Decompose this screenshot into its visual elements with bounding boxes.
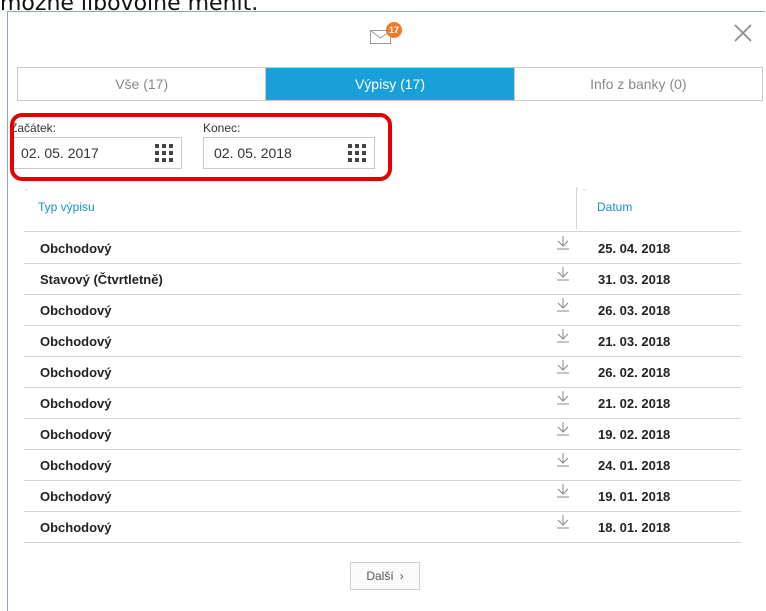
download-icon[interactable] [556, 482, 570, 500]
download-icon[interactable] [556, 420, 570, 438]
tab-statements[interactable]: Výpisy (17) [265, 68, 514, 100]
start-date-field[interactable]: 02. 05. 2017 [10, 137, 182, 169]
download-icon[interactable] [556, 389, 570, 407]
table-row[interactable]: Obchodový 21. 02. 2018 [24, 387, 741, 419]
next-page-button[interactable]: Další › [350, 562, 420, 590]
statement-date: 19. 01. 2018 [598, 489, 671, 504]
statement-date: 18. 01. 2018 [598, 520, 671, 535]
end-date-group: Konec: 02. 05. 2018 [203, 121, 375, 169]
statement-type: Obchodový [40, 396, 112, 411]
table-row[interactable]: Stavový (Čtvrtletně) 31. 03. 2018 [24, 263, 741, 295]
end-date-field[interactable]: 02. 05. 2018 [203, 137, 375, 169]
download-icon[interactable] [556, 327, 570, 345]
statement-date: 21. 02. 2018 [598, 396, 671, 411]
next-page-label: Další [366, 569, 394, 583]
calendar-icon[interactable] [155, 144, 173, 162]
table-row[interactable]: Obchodový 26. 03. 2018 [24, 294, 741, 326]
download-icon[interactable] [556, 451, 570, 469]
statement-type: Obchodový [40, 520, 112, 535]
statement-date: 26. 03. 2018 [598, 303, 671, 318]
statement-date: 25. 04. 2018 [598, 241, 671, 256]
download-icon[interactable] [556, 513, 570, 531]
column-header-type[interactable]: Typ výpisu [38, 200, 95, 214]
column-divider [576, 187, 577, 229]
start-date-group: Začátek: 02. 05. 2017 [10, 121, 182, 169]
download-icon[interactable] [556, 296, 570, 314]
close-button[interactable] [732, 22, 756, 46]
table-row[interactable]: Obchodový 26. 02. 2018 [24, 356, 741, 388]
messages-indicator[interactable]: 17 [370, 22, 402, 46]
table-row[interactable]: Obchodový 19. 01. 2018 [24, 480, 741, 512]
statement-date: 21. 03. 2018 [598, 334, 671, 349]
download-icon[interactable] [556, 358, 570, 376]
sort-icon[interactable]: ˆ [25, 189, 28, 198]
download-icon[interactable] [556, 234, 570, 252]
statement-type: Obchodový [40, 334, 112, 349]
statement-date: 24. 01. 2018 [598, 458, 671, 473]
unread-badge: 17 [386, 22, 402, 38]
column-header-date[interactable]: Datum [597, 200, 632, 214]
statement-type: Obchodový [40, 427, 112, 442]
statement-date: 26. 02. 2018 [598, 365, 671, 380]
close-icon [734, 24, 752, 42]
statement-type: Stavový (Čtvrtletně) [40, 272, 163, 287]
tab-all[interactable]: Vše (17) [18, 68, 265, 100]
table-row[interactable]: Obchodový 18. 01. 2018 [24, 511, 741, 543]
end-date-value: 02. 05. 2018 [214, 145, 292, 161]
statement-date: 19. 02. 2018 [598, 427, 671, 442]
table-row[interactable]: Obchodový 21. 03. 2018 [24, 325, 741, 357]
table-row[interactable]: Obchodový 25. 04. 2018 [24, 232, 741, 264]
statement-type: Obchodový [40, 303, 112, 318]
statement-type: Obchodový [40, 489, 112, 504]
start-date-value: 02. 05. 2017 [21, 145, 99, 161]
end-date-label: Konec: [203, 121, 241, 135]
statement-type: Obchodový [40, 365, 112, 380]
statement-type: Obchodový [40, 241, 112, 256]
statement-type: Obchodový [40, 458, 112, 473]
table-row[interactable]: Obchodový 19. 02. 2018 [24, 418, 741, 450]
sort-icon[interactable]: ˇ [583, 189, 586, 198]
statement-date: 31. 03. 2018 [598, 272, 671, 287]
chevron-right-icon: › [399, 569, 404, 583]
tab-bar: Vše (17) Výpisy (17) Info z banky (0) [17, 67, 763, 101]
start-date-label: Začátek: [10, 121, 57, 135]
table-row[interactable]: Obchodový 24. 01. 2018 [24, 449, 741, 481]
download-icon[interactable] [556, 265, 570, 283]
calendar-icon[interactable] [348, 144, 366, 162]
tab-bank-info[interactable]: Info z banky (0) [513, 68, 762, 100]
